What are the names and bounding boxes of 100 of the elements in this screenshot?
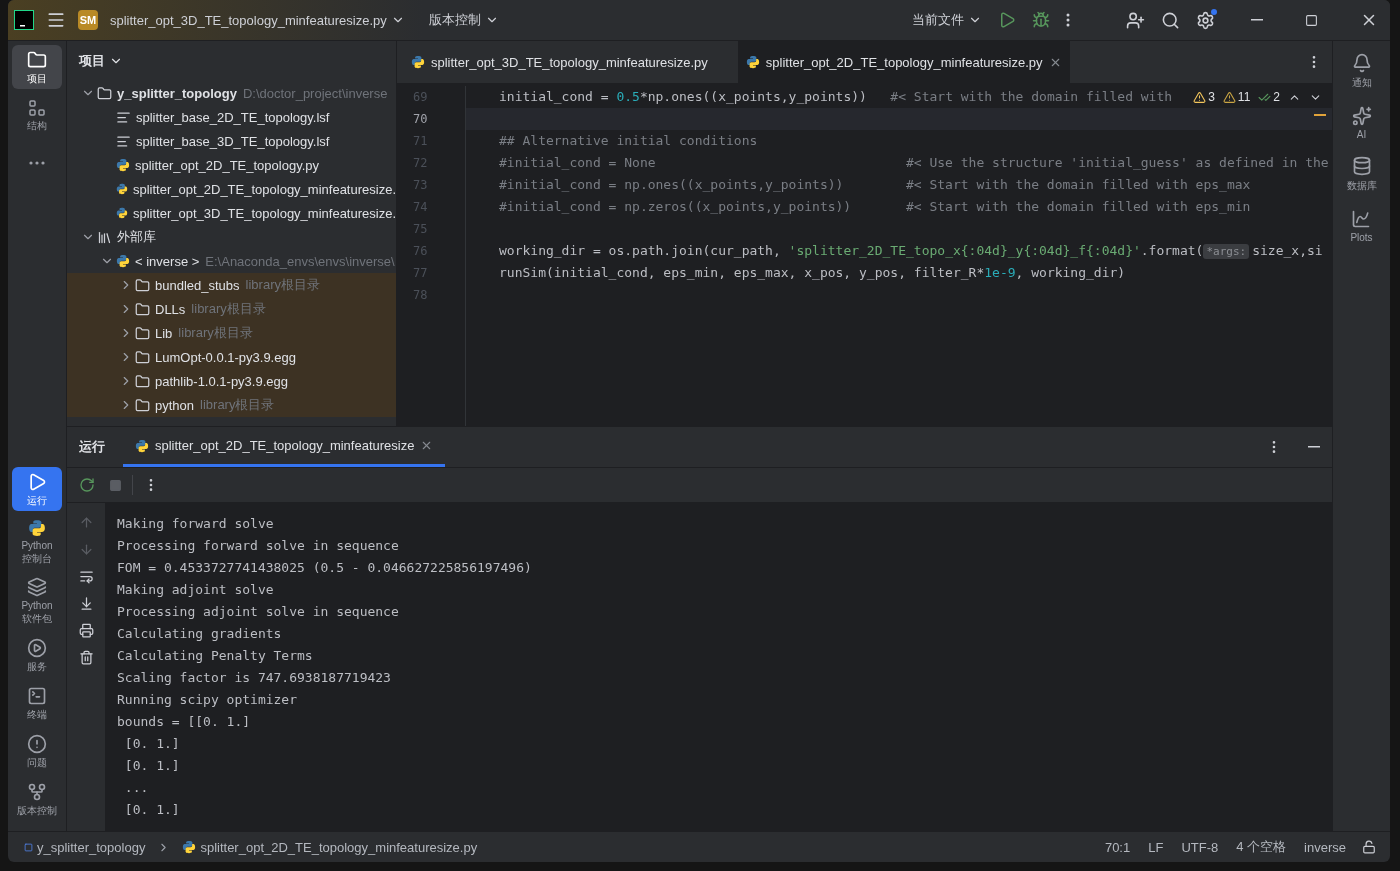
editor-tab[interactable]: splitter_opt_3D_TE_topology_minfeaturesize.py xyxy=(403,41,716,83)
python-icon xyxy=(745,55,760,69)
tool-window-button[interactable]: 数据库 xyxy=(1342,152,1381,197)
folder-icon xyxy=(135,397,150,413)
tree-label: pathlib-1.0.1-py3.9.egg xyxy=(155,373,288,389)
folder-icon xyxy=(97,85,112,101)
project-badge: SM xyxy=(78,10,98,30)
breadcrumb[interactable]: y_splitter_topology xyxy=(18,837,152,857)
console-line: Scaling factor is 747.6938187719423 xyxy=(117,669,392,687)
vcs-menu[interactable]: 版本控制 xyxy=(424,7,503,33)
tree-row[interactable]: LumOpt-0.0.1-py3.9.egg xyxy=(67,345,396,369)
tree-row[interactable]: splitter_opt_2D_TE_topology.py xyxy=(67,153,396,177)
code-line: #initial_cond = None #< Use the structure 'initial_guess' as defined in the xyxy=(499,154,1329,172)
console-line: Making forward solve xyxy=(117,515,275,533)
tree-label: y_splitter_topology xyxy=(117,85,237,101)
tree-row[interactable]: splitter_base_3D_TE_topology.lsf xyxy=(67,129,396,153)
code-line: #initial_cond = np.ones((x_points,y_points)) #< Start with the domain filled with eps_max xyxy=(499,176,1251,194)
console-line: Processing forward solve in sequence xyxy=(117,537,400,555)
bell-icon xyxy=(1351,53,1372,73)
library-icon xyxy=(97,229,112,245)
tool-window-button[interactable]: 通知 xyxy=(1347,49,1376,94)
tool-window-button[interactable]: Python 软件包 xyxy=(12,573,62,629)
folder-icon xyxy=(135,301,150,317)
python-icon xyxy=(116,254,130,268)
tool-window-button[interactable]: 版本控制 xyxy=(12,777,62,821)
folder-icon xyxy=(135,349,150,365)
more-icon xyxy=(1066,13,1070,27)
chart-icon xyxy=(1351,209,1372,229)
path-hint: E:\Anaconda_envs\envs\inverse\ xyxy=(205,253,395,269)
python-icon xyxy=(116,158,130,172)
run-tab[interactable]: splitter_opt_2D_TE_topology_minfeaturesize xyxy=(123,427,446,467)
code-line: ## Alternative initial conditions xyxy=(499,132,758,150)
project-view-selector[interactable]: 项目 xyxy=(77,50,125,72)
console-line: [0. 1.] xyxy=(123,757,181,775)
python-icon xyxy=(28,519,46,537)
tool-window-button[interactable]: AI xyxy=(1347,102,1376,144)
terminal-icon xyxy=(27,685,47,706)
breadcrumb[interactable]: splitter_opt_2D_TE_topology_minfeaturesize.py xyxy=(176,837,484,857)
tool-window-button[interactable]: 服务 xyxy=(12,633,62,677)
tree-row[interactable]: python library根目录 xyxy=(67,393,396,417)
run-config-selector[interactable]: 当前文件 xyxy=(908,7,986,33)
tree-row[interactable]: 外部库 xyxy=(67,225,396,249)
tool-window-button[interactable]: Plots xyxy=(1346,205,1377,247)
tool-window-button[interactable]: Python 控制台 xyxy=(12,515,62,569)
folder-icon xyxy=(135,277,150,293)
tree-label: < inverse > xyxy=(135,253,200,269)
database-icon xyxy=(1351,156,1372,176)
tree-row[interactable]: Lib library根目录 xyxy=(67,321,396,345)
rerun-icon xyxy=(79,477,95,493)
sparkle-icon xyxy=(1351,106,1372,126)
tree-label: splitter_base_3D_TE_topology.lsf xyxy=(136,133,330,149)
code-line: initial_cond = 0.5*np.ones((x_points,y_points)) #< Start with the domain filled with xyxy=(499,88,1173,106)
play-icon xyxy=(27,471,47,492)
console-line: Calculating Penalty Terms xyxy=(117,647,314,665)
tree-row[interactable]: pathlib-1.0.1-py3.9.egg xyxy=(67,369,396,393)
tool-window-button[interactable]: 终端 xyxy=(12,681,62,725)
console-line: [0. 1.] xyxy=(123,801,181,819)
tree-row[interactable]: DLLs library根目录 xyxy=(67,297,396,321)
tree-label: 外部库 xyxy=(117,228,156,246)
tree-row[interactable]: splitter_opt_2D_TE_topology_minfeaturesize. xyxy=(67,177,396,201)
lock-icon xyxy=(1362,840,1376,854)
tree-row[interactable]: bundled_stubs library根目录 xyxy=(67,273,396,297)
module-icon xyxy=(24,842,33,852)
caret-position[interactable]: 70:1 xyxy=(1098,837,1137,857)
python-icon xyxy=(182,840,197,854)
tree-label: splitter_opt_2D_TE_topology.py xyxy=(135,157,320,173)
root-hint: library根目录 xyxy=(191,300,266,318)
code-line: runSim(initial_cond, eps_min, eps_max, x_pos, y_pos, filter_R*1e-9, working_dir) xyxy=(499,264,1126,282)
console-line: Processing adjoint solve in sequence xyxy=(117,603,400,621)
arrow-down-icon xyxy=(78,542,94,557)
tree-label: splitter_opt_2D_TE_topology_minfeaturesize. xyxy=(132,181,396,197)
wrap-icon xyxy=(78,569,94,584)
tree-row[interactable]: splitter_base_2D_TE_topology.lsf xyxy=(67,105,396,129)
console-line: Making adjoint solve xyxy=(117,581,275,599)
alert-icon xyxy=(27,733,47,754)
project-selector[interactable]: splitter_opt_3D_TE_topology_minfeaturesize.py xyxy=(106,8,409,32)
tree-row[interactable]: < inverse > E:\Anaconda_envs\envs\inverse\ xyxy=(67,249,396,273)
code-line: working_dir = os.path.join(cur_path, 'splitter_2D_TE_topo_x{:04d}_y{:04d}_f{:04d}'.format( *args: size_x,si xyxy=(499,242,1323,261)
tree-row[interactable]: y_splitter_topology D:\doctor_project\inverse xyxy=(67,81,396,105)
line-separator[interactable]: LF xyxy=(1142,837,1170,857)
folder-icon xyxy=(135,325,150,341)
interpreter[interactable]: inverse xyxy=(1298,837,1352,857)
search-icon xyxy=(1161,10,1180,30)
warning-icon xyxy=(1222,90,1236,104)
tool-window-button[interactable]: 结构 xyxy=(12,93,62,137)
editor-tab[interactable]: splitter_opt_2D_TE_topology_minfeaturesize.py xyxy=(737,41,1070,83)
tool-window-button[interactable]: 项目 xyxy=(12,45,62,89)
path-hint: D:\doctor_project\inverse xyxy=(242,85,388,101)
python-icon xyxy=(116,182,128,196)
tool-window-button[interactable]: 问题 xyxy=(12,729,62,773)
tree-label: bundled_stubs xyxy=(155,277,240,293)
folder-icon xyxy=(135,373,150,389)
encoding[interactable]: UTF-8 xyxy=(1175,837,1225,857)
app-logo[interactable] xyxy=(14,10,34,30)
minimize-icon xyxy=(1251,19,1263,21)
tree-row[interactable]: splitter_opt_3D_TE_topology_minfeaturesize. xyxy=(67,201,396,225)
tool-window-button[interactable]: 运行 xyxy=(12,467,62,511)
indent-setting[interactable]: 4 个空格 xyxy=(1230,836,1293,858)
minimize-icon xyxy=(1308,446,1320,448)
trash-icon xyxy=(78,650,94,665)
